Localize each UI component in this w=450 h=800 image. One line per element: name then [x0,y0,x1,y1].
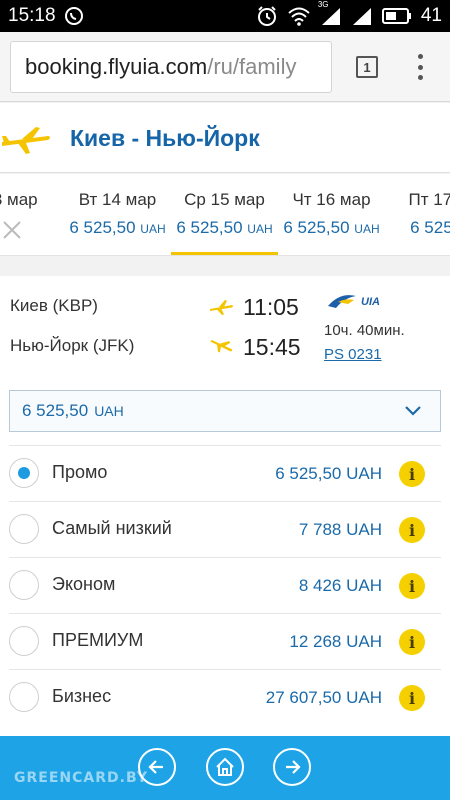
network-type-label: 3G [317,0,329,9]
date-day: Чт 16 мар [292,190,371,209]
fare-section: 6 525,50 UAH Промо 6 525,50 UAH i Самый … [0,378,450,736]
airplane-icon [2,125,52,160]
route-header: Киев - Нью-Йорк [0,103,450,173]
home-icon[interactable] [206,748,244,786]
date-price: 6 525,50 UAH [69,218,166,237]
info-icon[interactable]: i [399,517,425,543]
fare-option-premium[interactable]: ПРЕМИУМ 12 268 UAH i [9,613,441,669]
date-option-14[interactable]: Вт 14 мар 6 525,50 UAH [64,174,171,255]
info-icon[interactable]: i [399,573,425,599]
fare-option-lowest[interactable]: Самый низкий 7 788 UAH i [9,501,441,557]
date-day: Ср 15 мар [184,190,265,209]
radio-button[interactable] [9,682,39,712]
date-price: 6 525,50 UAH [176,218,273,237]
browser-toolbar: booking.flyuia.com/ru/family 1 [0,32,450,102]
info-icon[interactable]: i [399,685,425,711]
radio-button[interactable] [9,458,39,488]
flight-number-link[interactable]: PS 0231 [324,346,382,363]
url-path: /ru/family [207,53,297,79]
info-icon[interactable]: i [399,629,425,655]
url-bar[interactable]: booking.flyuia.com/ru/family [10,40,332,93]
fare-option-business[interactable]: Бизнес 27 607,50 UAH i [9,669,441,725]
fare-name: ПРЕМИУМ [52,630,144,650]
tab-switcher-button[interactable]: 1 [356,56,378,78]
fare-price: 7 788 UAH [298,520,382,539]
overflow-menu-icon[interactable] [414,54,426,80]
battery-level: 41 [420,5,442,26]
fare-price: 6 525,50 UAH [275,464,382,483]
flight-card: Киев (KBP) 11:05 Нью-Йорк (JFK) 15:45 UI… [0,276,450,378]
fare-dropdown-currency: UAH [94,403,124,419]
route-title: Киев - Нью-Йорк [70,125,260,151]
date-option-15-selected[interactable]: Ср 15 мар 6 525,50 UAH [171,174,278,255]
destination-airport: Нью-Йорк (JFK) [10,336,135,355]
chevron-down-icon [404,403,422,423]
forward-arrow-icon[interactable] [273,748,311,786]
fare-price: 27 607,50 UAH [265,688,382,707]
arrival-plane-icon [210,336,234,361]
flight-duration: 10ч. 40мин. [324,322,405,339]
origin-airport: Киев (KBP) [10,296,98,315]
radio-button[interactable] [9,570,39,600]
close-icon [2,220,22,245]
signal-icon-2 [351,6,373,26]
date-option-16[interactable]: Чт 16 мар 6 525,50 UAH [278,174,385,255]
date-selector: 13 мар Вт 14 мар 6 525,50 UAH Ср 15 мар … [0,174,450,256]
radio-button[interactable] [9,514,39,544]
airline-logo: UIA [326,292,380,312]
airline-code: UIA [361,296,380,308]
date-price: 6 525,50 UAH [283,218,380,237]
fare-name: Бизнес [52,686,112,706]
radio-button[interactable] [9,626,39,656]
fare-name: Эконом [52,574,116,594]
bottom-navigation: GREENCARD.BY [0,736,450,800]
fare-dropdown[interactable]: 6 525,50 UAH [9,390,441,432]
date-day: Пт 17 м [408,190,450,209]
departure-time: 11:05 [243,294,299,320]
fare-dropdown-value: 6 525,50 [22,401,89,420]
departure-plane-icon [210,298,234,321]
date-option-17[interactable]: Пт 17 м 6 525,5 [385,174,450,255]
fare-option-promo[interactable]: Промо 6 525,50 UAH i [9,445,441,501]
date-price: 6 525,5 [410,218,450,237]
fare-price: 12 268 UAH [289,632,382,651]
section-gap [0,256,450,276]
info-icon[interactable]: i [399,461,425,487]
status-bar: 15:18 3G 41 [0,0,450,32]
date-day: Вт 14 мар [78,190,157,209]
alarm-icon [256,5,278,27]
fare-name: Промо [52,462,108,482]
date-day: 13 мар [0,190,38,209]
arrival-time: 15:45 [243,334,301,360]
wifi-icon [287,6,311,26]
viber-icon [64,6,84,26]
fare-price: 8 426 UAH [298,576,382,595]
watermark: GREENCARD.BY [14,770,148,786]
url-host: booking.flyuia.com [25,53,208,79]
fare-name: Самый низкий [52,518,172,538]
battery-icon [381,8,412,24]
signal-icon: 3G [318,0,342,26]
fare-option-economy[interactable]: Эконом 8 426 UAH i [9,557,441,613]
status-time: 15:18 [8,5,56,26]
